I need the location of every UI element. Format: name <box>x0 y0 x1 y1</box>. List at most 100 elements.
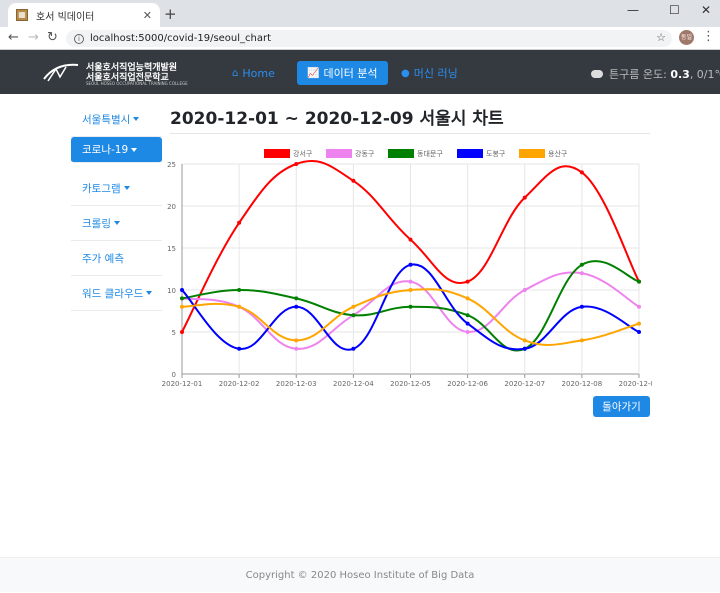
favicon-icon: ▦ <box>16 9 28 21</box>
data-point <box>408 262 413 267</box>
address-bar: ← → ↻ i localhost:5000/covid-19/seoul_ch… <box>0 27 720 50</box>
x-tick-label: 2020-12-03 <box>276 380 317 388</box>
page-title: 2020-12-01 ~ 2020-12-09 서울시 차트 <box>170 109 504 129</box>
seoul-line-chart: 0 5 10 15 20 25 2020-12-01 2020-12-02 2020-12-03… <box>162 149 652 388</box>
legend-swatch <box>326 149 352 158</box>
nav-home[interactable]: ⌂ Home <box>232 61 275 85</box>
legend-label: 강동구 <box>355 149 375 158</box>
url-field[interactable]: i localhost:5000/covid-19/seoul_chart ☆ <box>66 30 672 47</box>
data-point <box>180 304 184 309</box>
data-point <box>237 304 242 309</box>
data-point <box>294 296 299 301</box>
data-point <box>637 304 641 309</box>
back-arrow-icon[interactable]: ← <box>8 30 19 45</box>
logo-line3: SEOUL HOSEO OCCUPATIONAL TRAINING COLLEG… <box>86 81 188 86</box>
data-point <box>180 330 184 334</box>
sidebar-item-stock[interactable]: 주가 예측 <box>71 241 162 276</box>
close-window-icon[interactable]: ✕ <box>701 3 711 17</box>
cloud-icon <box>591 70 603 78</box>
profile-avatar[interactable]: 동일 <box>679 30 694 45</box>
data-point <box>408 237 413 242</box>
data-point <box>408 304 413 309</box>
brain-icon: ● <box>401 67 410 79</box>
sidebar-item-label: 크롤링 <box>82 217 111 230</box>
sidebar-item-label: 주가 예측 <box>82 252 124 265</box>
data-point <box>294 304 299 309</box>
footer: Copyright © 2020 Hoseo Institute of Big … <box>0 557 720 592</box>
browser-tab[interactable]: ▦ 호서 빅데이터 ✕ <box>8 3 160 27</box>
data-point <box>637 330 641 334</box>
data-point <box>294 338 299 343</box>
caret-down-icon <box>131 147 138 152</box>
x-tick-label: 2020-12-05 <box>390 380 431 388</box>
caret-down-icon <box>123 186 130 190</box>
sidebar-item-seoul[interactable]: 서울특별시 <box>71 102 162 137</box>
browser-menu-icon[interactable]: ⋮ <box>702 29 715 44</box>
back-button[interactable]: 돌아가기 <box>593 396 650 417</box>
sidebar-item-cartogram[interactable]: 카토그램 <box>71 171 162 206</box>
legend-swatch <box>264 149 290 158</box>
weather-status: 튼구름 온도: 0.3, 0/1℃ <box>591 66 720 82</box>
data-point <box>637 321 641 326</box>
nav-data-analysis-label: 데이터 분석 <box>323 67 378 80</box>
bookmark-star-icon[interactable]: ☆ <box>656 31 666 44</box>
legend-label: 동대문구 <box>417 150 443 158</box>
data-point <box>351 346 356 351</box>
nav-machine-learning[interactable]: ● 머신 러닝 <box>401 61 458 85</box>
sidebar: 서울특별시 코로나-19 카토그램 크롤링 주가 예측 워드 클라우드 <box>71 102 162 311</box>
home-icon: ⌂ <box>232 67 239 79</box>
chart-icon: 📈 <box>307 67 320 79</box>
weather-temp: 0.3 <box>670 67 690 81</box>
data-point <box>465 313 470 318</box>
data-point <box>579 262 584 267</box>
title-divider <box>170 133 650 134</box>
y-tick-label: 10 <box>167 287 176 295</box>
data-point <box>579 304 584 309</box>
minimize-icon[interactable]: — <box>627 3 639 17</box>
sidebar-item-label: 워드 클라우드 <box>82 287 144 300</box>
sidebar-item-label: 서울특별시 <box>82 113 131 126</box>
nav-home-label: Home <box>242 66 275 80</box>
legend-swatch <box>519 149 545 158</box>
data-point <box>637 279 641 284</box>
site-logo[interactable]: 서울호서직업능력개발원 서울호서직업전문학교 SEOUL HOSEO OCCUP… <box>42 59 188 87</box>
data-point <box>579 170 584 175</box>
data-point <box>522 195 527 200</box>
y-tick-label: 0 <box>172 371 176 379</box>
caret-down-icon <box>113 221 120 225</box>
data-point <box>579 338 584 343</box>
sidebar-item-covid[interactable]: 코로나-19 <box>71 137 162 163</box>
sidebar-item-crawling[interactable]: 크롤링 <box>71 206 162 241</box>
data-point <box>351 178 356 183</box>
data-point <box>180 288 184 292</box>
x-tick-label: 2020-12-02 <box>219 380 260 388</box>
info-icon[interactable]: i <box>74 33 84 44</box>
legend-label: 용산구 <box>548 149 568 158</box>
new-tab-icon[interactable]: + <box>164 5 177 23</box>
data-point <box>237 346 242 351</box>
y-tick-label: 25 <box>167 161 176 169</box>
weather-label: 튼구름 온도: <box>609 68 667 81</box>
sidebar-item-wordcloud[interactable]: 워드 클라우드 <box>71 276 162 311</box>
data-point <box>237 220 242 225</box>
data-point <box>351 304 356 309</box>
data-point <box>465 321 470 326</box>
legend-swatch <box>388 149 414 158</box>
nav-machine-learning-label: 머신 러닝 <box>413 67 458 80</box>
data-point <box>237 288 242 292</box>
y-tick-label: 15 <box>167 245 176 253</box>
tab-title: 호서 빅데이터 <box>36 11 95 23</box>
x-tick-label: 2020-12-07 <box>504 380 545 388</box>
data-point <box>408 288 413 292</box>
data-point <box>522 338 527 343</box>
url-text: localhost:5000/covid-19/seoul_chart <box>90 33 272 44</box>
close-tab-icon[interactable]: ✕ <box>143 9 152 22</box>
data-point <box>579 271 584 276</box>
forward-arrow-icon[interactable]: → <box>28 30 39 45</box>
reload-icon[interactable]: ↻ <box>47 30 58 45</box>
nav-data-analysis[interactable]: 📈 데이터 분석 <box>297 61 388 85</box>
maximize-icon[interactable]: ☐ <box>669 3 680 17</box>
x-tick-label: 2020-12-06 <box>447 380 488 388</box>
logo-mark-icon <box>43 63 79 82</box>
sidebar-item-label: 카토그램 <box>82 182 121 195</box>
